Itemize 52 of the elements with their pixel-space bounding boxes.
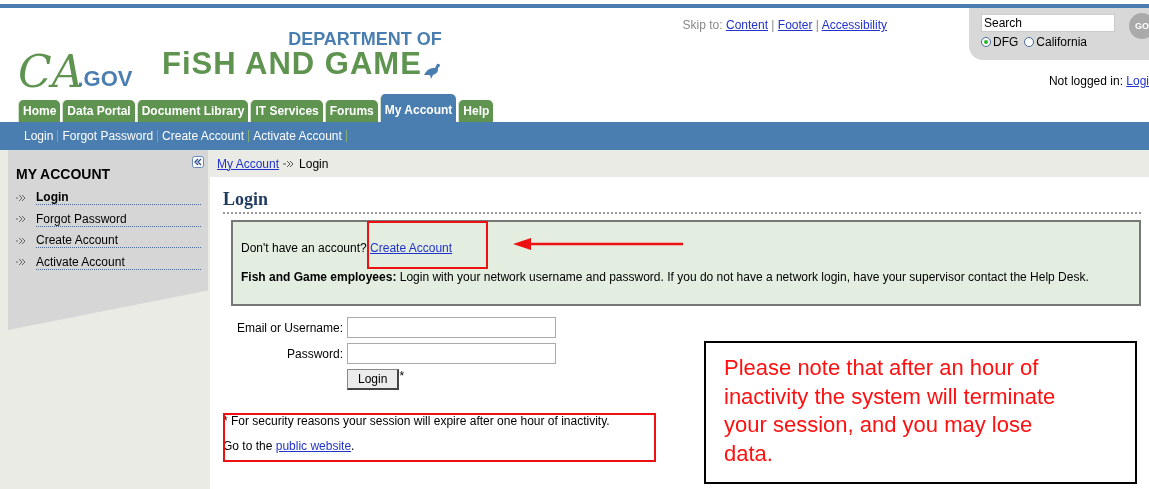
nav-tab[interactable]: Forums [324, 100, 378, 122]
separator-text: | [771, 18, 775, 32]
skip-link[interactable]: Accessibility [821, 18, 887, 32]
skip-link[interactable]: Content [725, 18, 768, 32]
login-status: Not logged in: [1048, 74, 1124, 88]
text-field[interactable] [347, 343, 556, 364]
text-field[interactable] [347, 317, 556, 338]
required-mark: * [399, 369, 405, 383]
collapse-icon[interactable] [192, 156, 204, 168]
nav-tab[interactable]: Help [458, 100, 494, 122]
chevron-icon [16, 236, 26, 245]
sidebar-link[interactable]: Activate Account [36, 254, 201, 270]
bird-icon [421, 61, 442, 79]
search-field[interactable]: Search [981, 14, 1115, 32]
separator-text: | [815, 18, 819, 32]
sign-in-link[interactable]: Logi [1126, 74, 1149, 88]
nav-tab[interactable]: Home [18, 100, 61, 122]
nav-tab[interactable]: My Account [379, 94, 457, 122]
sidebar-title: MY ACCOUNT [16, 166, 112, 182]
chevron-icon [16, 193, 26, 202]
department-label: DEPARTMENT OF [288, 30, 442, 48]
radio-label: DFG [993, 35, 1019, 49]
nav-tab[interactable]: Document Library [136, 100, 249, 122]
subnav-link[interactable]: Login [20, 129, 58, 143]
chevron-icon [283, 159, 296, 168]
subnav-link[interactable]: Forgot Password [58, 129, 158, 143]
subnav-link[interactable]: Activate Account [249, 129, 346, 143]
radio-button[interactable] [1024, 37, 1035, 47]
create-account-link[interactable]: Create Account [370, 241, 453, 255]
sidebar-link[interactable]: Login [36, 190, 201, 206]
radio-label: California [1036, 35, 1088, 49]
department-name: FiSH AND GAME [162, 48, 422, 79]
chevron-icon [16, 258, 26, 267]
breadcrumb-link[interactable]: My Account [217, 156, 280, 171]
sidebar-link[interactable]: Forgot Password [36, 211, 201, 227]
logo-script: CA [18, 50, 84, 94]
page-title: Login [223, 185, 1141, 214]
skip-label: Skip to: [682, 18, 724, 32]
radio-button[interactable] [981, 37, 991, 47]
subnav-link[interactable]: Create Account [158, 129, 249, 143]
nav-tab[interactable]: IT Services [250, 100, 323, 122]
field-label: Password: [285, 346, 343, 361]
notice-text: Fish and Game employees: Login with your network username and password. If you do not have a network login, have your supervisor contact the Help Desk. [241, 270, 1090, 284]
sidebar-link[interactable]: Create Account [36, 233, 201, 249]
callout-note: Please note that after an hour of inactivity the system will terminate your session, and you may lose data. [704, 341, 1137, 484]
notice-question: Don't have an account? [241, 241, 368, 255]
skip-link[interactable]: Footer [777, 18, 813, 32]
breadcrumb-current: Login [299, 156, 329, 171]
login-button[interactable]: Login [347, 369, 400, 390]
field-label: Email or Username: [235, 320, 343, 335]
nav-tab[interactable]: Data Portal [62, 100, 135, 122]
chevron-icon [16, 215, 26, 224]
